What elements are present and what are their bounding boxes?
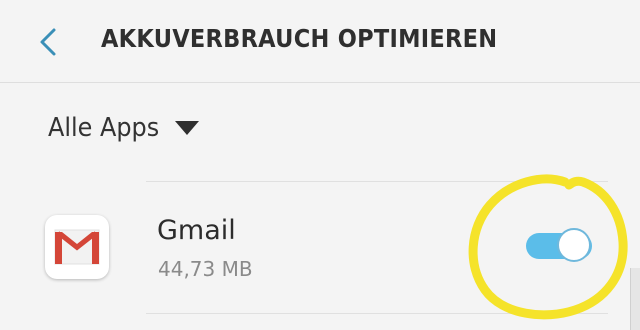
app-size: 44,73 MB (158, 257, 253, 281)
app-name: Gmail (157, 215, 236, 246)
filter-label: Alle Apps (48, 113, 160, 143)
chevron-left-icon (40, 28, 56, 56)
back-button[interactable] (30, 22, 70, 62)
toggle-knob (557, 228, 591, 262)
app-header: AKKUVERBRAUCH OPTIMIEREN (0, 0, 640, 83)
page-title: AKKUVERBRAUCH OPTIMIEREN (101, 24, 498, 53)
app-list-item[interactable]: Gmail 44,73 MB (0, 182, 640, 313)
list-divider (146, 313, 608, 314)
scrollbar[interactable] (630, 268, 640, 330)
app-filter-dropdown[interactable]: Alle Apps (48, 108, 199, 148)
dropdown-triangle-icon (175, 121, 199, 135)
optimize-toggle[interactable] (523, 226, 595, 266)
gmail-icon (45, 215, 109, 279)
